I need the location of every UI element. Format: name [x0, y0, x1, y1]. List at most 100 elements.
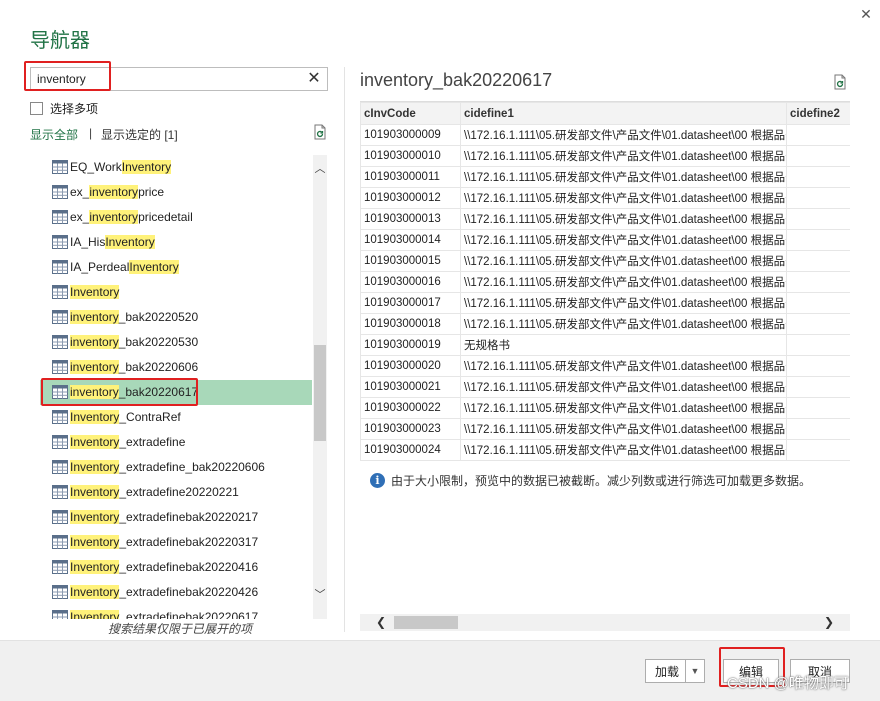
list-item-label: Inventory_extradefinebak20220426: [70, 585, 259, 599]
multi-select-checkbox[interactable]: [30, 102, 43, 115]
list-scrollbar-thumb[interactable]: [314, 345, 326, 441]
pane-divider: [344, 67, 345, 632]
table-row: 101903000024 \\172.16.1.111\05.研发部文件\产品文件…: [360, 439, 850, 461]
list-item[interactable]: Inventory_extradefinebak20220416: [40, 555, 312, 580]
list-item[interactable]: ex_inventorypricedetail: [40, 205, 312, 230]
table-row: 101903000018 \\172.16.1.111\05.研发部文件\产品文件…: [360, 313, 850, 335]
table-cell: \\172.16.1.111\05.研发部文件\产品文件\01.datashee…: [460, 166, 787, 188]
table-icon: [52, 535, 68, 552]
table-cell: 101903000018: [360, 313, 461, 335]
list-item[interactable]: Inventory_extradefine: [40, 430, 312, 455]
list-scrollbar[interactable]: ︿ ﹀: [313, 155, 327, 619]
list-item[interactable]: Inventory_extradefine_bak20220606: [40, 455, 312, 480]
table-cell: [786, 250, 850, 272]
table-cell: [786, 376, 850, 398]
search-box: ✕: [30, 67, 328, 91]
table-cell: [786, 334, 850, 356]
list-item[interactable]: IA_HisInventory: [40, 230, 312, 255]
load-dropdown-icon[interactable]: ▼: [685, 660, 704, 682]
multi-select-label: 选择多项: [50, 102, 99, 116]
table-cell: [786, 418, 850, 440]
scroll-right-icon[interactable]: ❯: [820, 614, 838, 631]
table-cell: [786, 355, 850, 377]
list-item[interactable]: Inventory_extradefinebak20220317: [40, 530, 312, 555]
list-item[interactable]: IA_PerdealInventory: [40, 255, 312, 280]
table-icon: [52, 335, 68, 352]
preview-grid: cInvCode cidefine1 cidefine2 101903000009 \…: [360, 101, 850, 462]
table-cell: 101903000024: [360, 439, 461, 461]
list-item-label: inventory_bak20220606: [70, 360, 199, 374]
table-row: 101903000014 \\172.16.1.111\05.研发部文件\产品文件…: [360, 229, 850, 251]
list-item[interactable]: EQ_WorkInventory: [40, 155, 312, 180]
list-item[interactable]: Inventory_extradefinebak20220617: [40, 605, 312, 619]
search-input[interactable]: [35, 70, 301, 88]
multi-select-option[interactable]: 选择多项: [30, 100, 98, 117]
list-item-label: inventory_bak20220530: [70, 335, 199, 349]
navigator-list: EQ_WorkInventory ex_inventoryprice ex_inve…: [40, 155, 312, 619]
list-item-label: Inventory_extradefine20220221: [70, 485, 239, 499]
list-item-label: Inventory_extradefinebak20220617: [70, 610, 258, 619]
table-cell: 101903000023: [360, 418, 461, 440]
list-item-label: Inventory_extradefinebak20220317: [70, 535, 259, 549]
table-row: 101903000022 \\172.16.1.111\05.研发部文件\产品文件…: [360, 397, 850, 419]
table-cell: [786, 271, 850, 293]
table-icon: [52, 310, 68, 327]
preview-refresh-icon[interactable]: [832, 74, 848, 93]
table-cell: 101903000010: [360, 145, 461, 167]
list-item-label: Inventory_extradefine_bak20220606: [70, 460, 265, 474]
table-row: 101903000016 \\172.16.1.111\05.研发部文件\产品文件…: [360, 271, 850, 293]
table-cell: 101903000014: [360, 229, 461, 251]
list-item[interactable]: Inventory_extradefinebak20220426: [40, 580, 312, 605]
options-separator: |: [89, 126, 93, 140]
column-header[interactable]: cidefine1: [460, 102, 787, 125]
preview-hscrollbar[interactable]: ❮ ❯: [360, 614, 850, 631]
table-row: 101903000012 \\172.16.1.111\05.研发部文件\产品文件…: [360, 187, 850, 209]
table-cell: 101903000022: [360, 397, 461, 419]
show-all-link[interactable]: 显示全部: [30, 126, 78, 143]
refresh-icon[interactable]: [312, 124, 328, 143]
table-cell: \\172.16.1.111\05.研发部文件\产品文件\01.datashee…: [460, 271, 787, 293]
table-cell: 101903000015: [360, 250, 461, 272]
table-icon: [52, 160, 68, 177]
table-cell: \\172.16.1.111\05.研发部文件\产品文件\01.datashee…: [460, 355, 787, 377]
list-item[interactable]: ex_inventoryprice: [40, 180, 312, 205]
table-cell: \\172.16.1.111\05.研发部文件\产品文件\01.datashee…: [460, 229, 787, 251]
column-header[interactable]: cidefine2: [786, 102, 850, 125]
watermark: CSDN @唯物即可: [727, 675, 849, 692]
list-item[interactable]: Inventory: [40, 280, 312, 305]
table-icon: [52, 485, 68, 502]
table-icon: [52, 460, 68, 477]
show-selected-link[interactable]: 显示选定的 [1]: [101, 126, 178, 143]
table-cell: [786, 145, 850, 167]
list-item[interactable]: Inventory_extradefinebak20220217: [40, 505, 312, 530]
list-item-label: Inventory_extradefinebak20220416: [70, 560, 259, 574]
table-icon: [52, 185, 68, 202]
list-item-label: Inventory: [70, 285, 120, 299]
table-row: 101903000023 \\172.16.1.111\05.研发部文件\产品文件…: [360, 418, 850, 440]
table-cell: \\172.16.1.111\05.研发部文件\产品文件\01.datashee…: [460, 397, 787, 419]
list-item[interactable]: inventory_bak20220617: [40, 380, 312, 405]
list-item-label: IA_PerdealInventory: [70, 260, 179, 274]
table-cell: \\172.16.1.111\05.研发部文件\产品文件\01.datashee…: [460, 250, 787, 272]
scroll-left-icon[interactable]: ❮: [372, 614, 390, 631]
close-icon[interactable]: ✕: [858, 6, 874, 22]
list-item[interactable]: inventory_bak20220530: [40, 330, 312, 355]
list-item-label: Inventory_extradefine: [70, 435, 186, 449]
clear-search-icon[interactable]: ✕: [305, 69, 323, 89]
list-item[interactable]: inventory_bak20220520: [40, 305, 312, 330]
column-header[interactable]: cInvCode: [360, 102, 461, 125]
preview-hscrollbar-thumb[interactable]: [394, 616, 458, 629]
load-button[interactable]: 加载 ▼: [645, 659, 705, 683]
table-icon: [52, 560, 68, 577]
list-item[interactable]: Inventory_extradefine20220221: [40, 480, 312, 505]
table-icon: [52, 260, 68, 277]
table-cell: \\172.16.1.111\05.研发部文件\产品文件\01.datashee…: [460, 187, 787, 209]
list-item[interactable]: Inventory_ContraRef: [40, 405, 312, 430]
table-icon: [52, 360, 68, 377]
table-cell: [786, 439, 850, 461]
list-item[interactable]: inventory_bak20220606: [40, 355, 312, 380]
scroll-down-icon[interactable]: ﹀: [313, 587, 327, 603]
table-row: 101903000010 \\172.16.1.111\05.研发部文件\产品文件…: [360, 145, 850, 167]
search-note: 搜索结果仅限于已展开的项: [108, 622, 253, 636]
scroll-up-icon[interactable]: ︿: [313, 161, 327, 177]
